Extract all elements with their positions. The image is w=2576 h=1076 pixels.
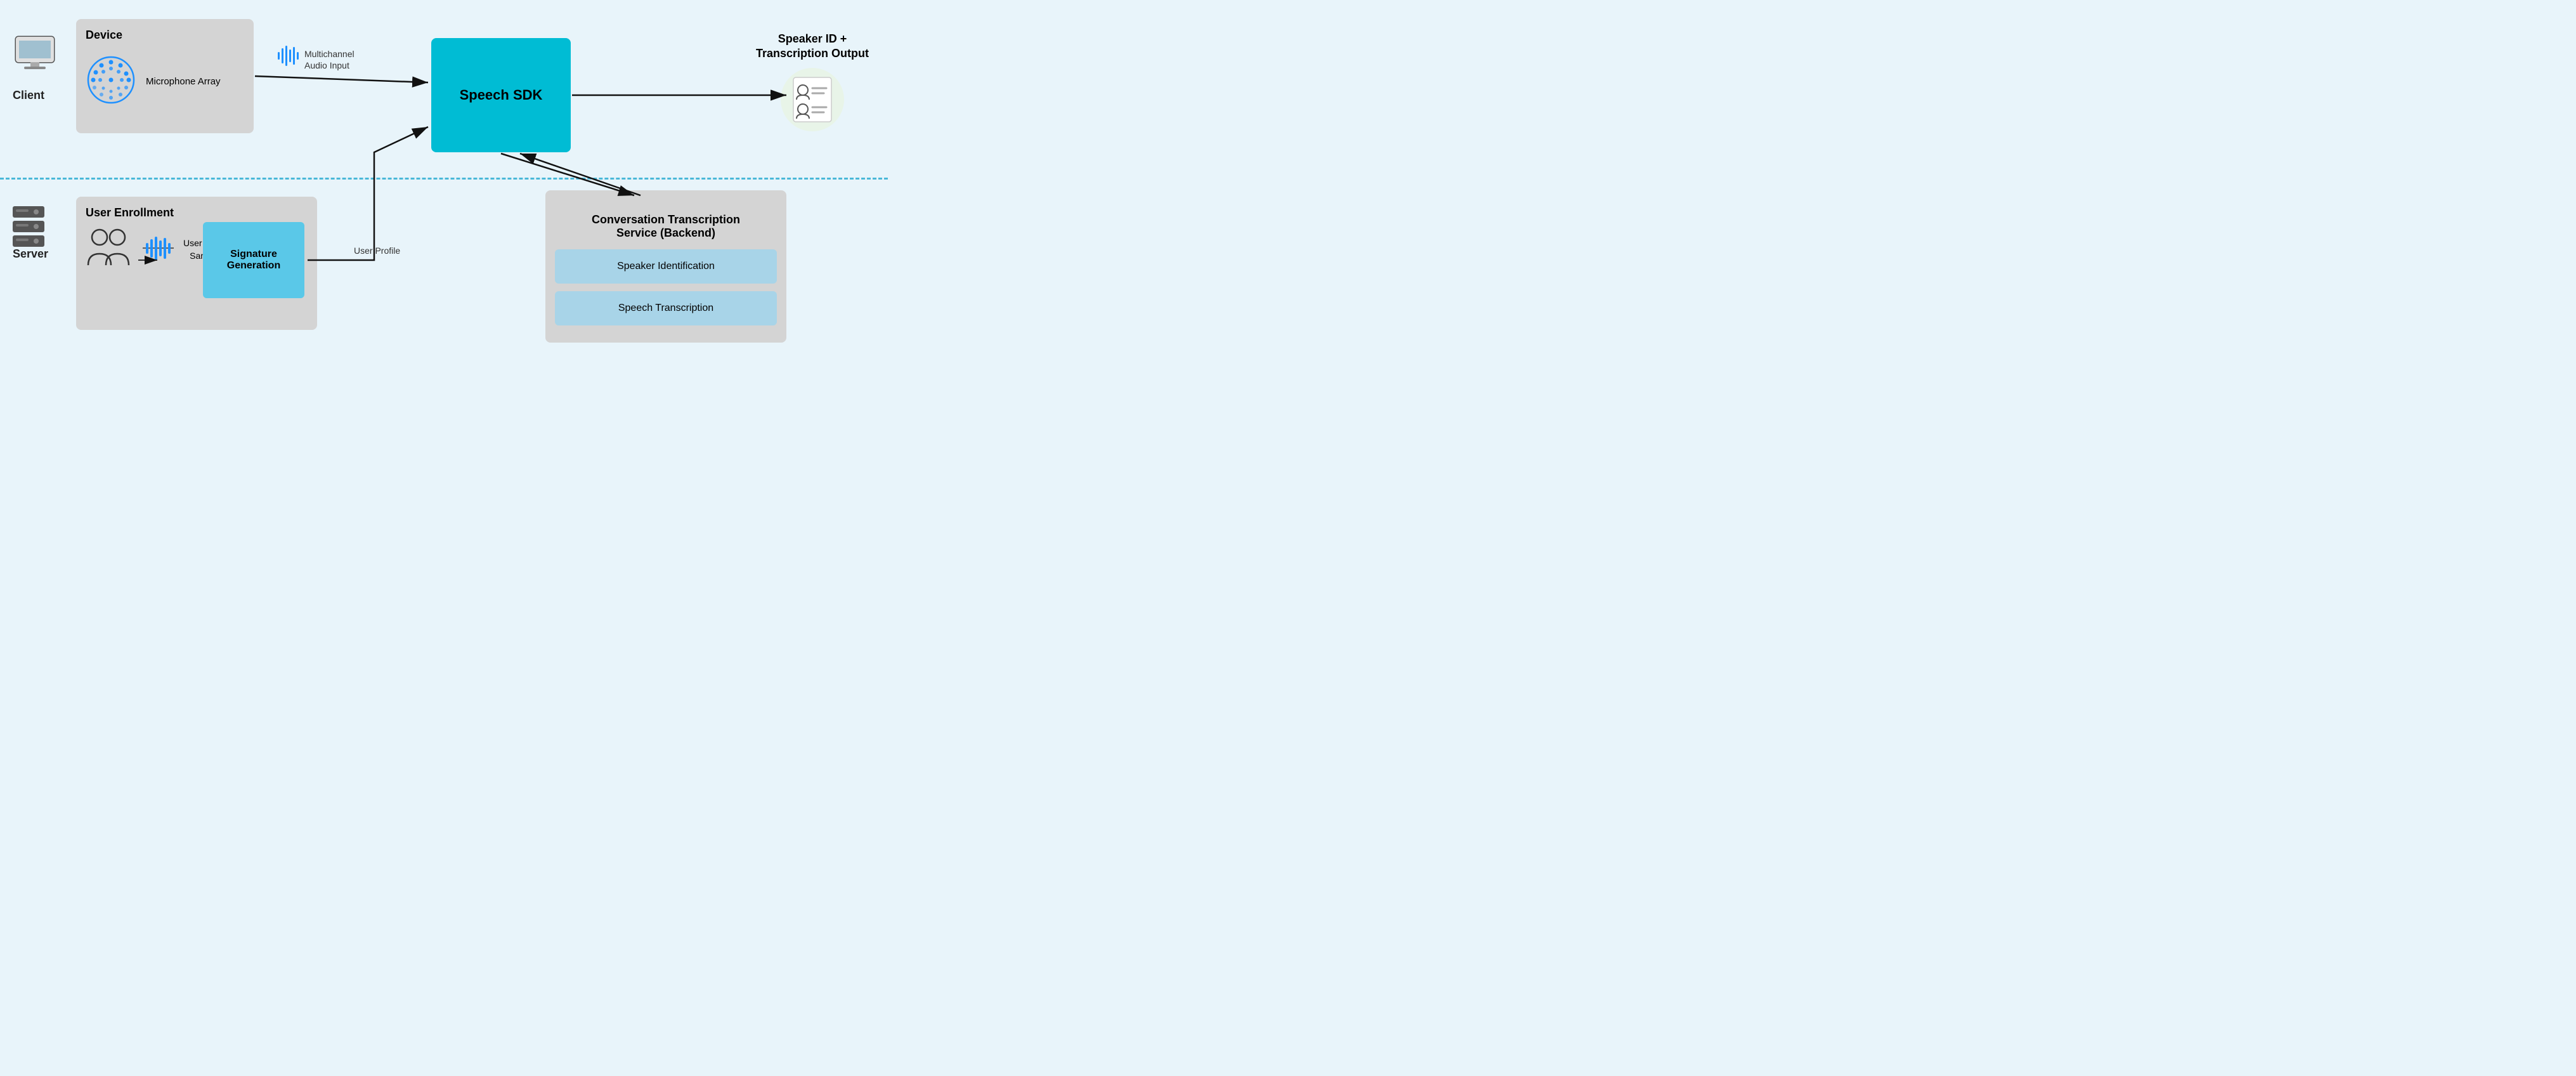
server-icon (10, 203, 48, 263)
speaker-identification-box: Speaker Identification (555, 249, 777, 284)
microphone-array-icon (86, 55, 136, 108)
output-area: Speaker ID + Transcription Output (756, 32, 869, 131)
speech-transcription-box: Speech Transcription (555, 291, 777, 325)
speech-sdk-label: Speech SDK (460, 87, 543, 103)
svg-text:User Profile: User Profile (354, 246, 400, 256)
device-title: Device (86, 29, 244, 42)
output-icon (781, 68, 844, 131)
client-label: Client (13, 89, 44, 102)
users-icon (86, 226, 133, 273)
svg-text:Audio Input: Audio Input (304, 60, 349, 70)
svg-text:Multichannel: Multichannel (304, 49, 355, 59)
device-inner: Microphone Array (86, 55, 244, 108)
diagram-container: Client Server Device (0, 0, 888, 368)
cts-title: Conversation Transcription Service (Back… (555, 200, 777, 240)
signature-generation-label: Signature Generation (227, 249, 280, 272)
enrollment-title: User Enrollment (86, 206, 308, 220)
speaker-identification-label: Speaker Identification (617, 261, 715, 272)
cts-box: Conversation Transcription Service (Back… (545, 190, 786, 343)
speech-transcription-label: Speech Transcription (618, 303, 713, 313)
output-title: Speaker ID + Transcription Output (756, 32, 869, 62)
user-voice-wave-icon (141, 234, 176, 266)
microphone-array-label: Microphone Array (146, 75, 221, 88)
client-icon (13, 32, 57, 79)
signature-generation-box: Signature Generation (203, 222, 304, 298)
speech-sdk-box: Speech SDK (431, 38, 571, 152)
device-box: Device (76, 19, 254, 133)
section-divider (0, 178, 888, 180)
